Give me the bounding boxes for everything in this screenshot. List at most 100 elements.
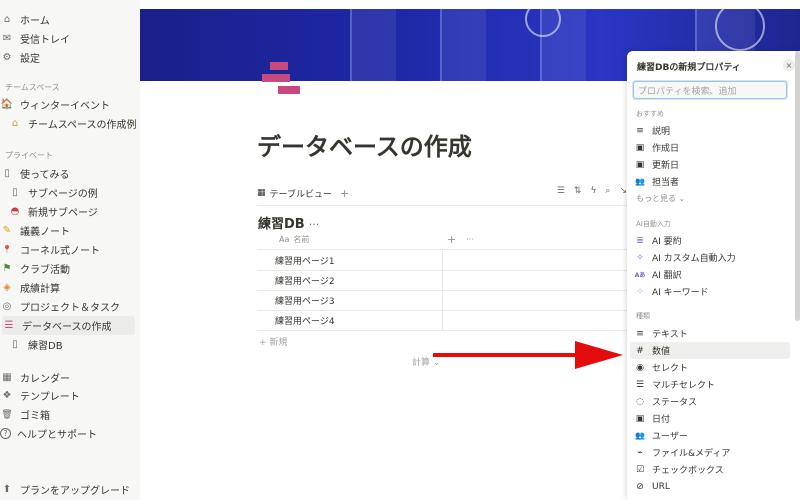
sidebar-item-label: 練習DB — [28, 341, 63, 352]
calendar-icon: ▣ — [635, 142, 645, 153]
sidebar-item-home[interactable]: ⌂ ホーム — [0, 10, 140, 29]
ai-summary-icon: ≣ — [636, 235, 644, 246]
row-name-cell[interactable]: 練習用ページ4 — [257, 310, 443, 331]
property-option-description[interactable]: ≡ 説明 — [630, 122, 790, 139]
people-icon: 👥 — [635, 431, 645, 440]
property-option-ai-custom[interactable]: ✧ AI カスタム自動入力 — [630, 249, 790, 266]
property-type-multi-select[interactable]: ☰ マルチセレクト — [630, 376, 790, 393]
property-type-files-media[interactable]: ⌁ ファイル&メディア — [630, 444, 790, 461]
property-type-person[interactable]: 👥 ユーザー — [630, 427, 790, 444]
list-icon: ☰ — [635, 379, 645, 390]
add-view-button[interactable]: + — [340, 187, 349, 200]
translate-icon: Aあ — [634, 272, 646, 279]
select-icon: ◉ — [636, 362, 644, 373]
page-icon: ▯ — [12, 339, 18, 350]
sidebar-item-label: 議義ノート — [20, 227, 70, 238]
row-name-cell[interactable]: 練習用ページ2 — [257, 270, 443, 291]
annotation-arrow-shaft — [433, 353, 583, 357]
home-icon: ⌂ — [3, 14, 11, 25]
sidebar-item-trash[interactable]: 🗑 ゴミ箱 — [0, 405, 140, 424]
sidebar-item-settings[interactable]: ⚙ 設定 — [0, 48, 140, 67]
text-lines-icon: ≡ — [636, 125, 644, 136]
sidebar-item-label: 新規サブページ — [28, 208, 98, 219]
property-option-ai-keywords[interactable]: ⁘ AI キーワード — [630, 283, 790, 300]
sidebar-item-label: クラブ活動 — [20, 265, 70, 276]
sidebar-item-label: ヘルプとサポート — [17, 430, 97, 441]
option-label: マルチセレクト — [652, 381, 716, 391]
add-column-button[interactable]: + — [447, 233, 456, 246]
sidebar-item-create-database[interactable]: ☰ データベースの作成 — [2, 316, 135, 335]
page-emoji-icon[interactable] — [262, 62, 302, 98]
sidebar-item-label: 成績計算 — [20, 284, 60, 295]
row-name-cell[interactable]: 練習用ページ3 — [257, 290, 443, 311]
property-option-assignee[interactable]: 👥 担当者 — [630, 173, 790, 190]
table-row[interactable]: 練習用ページ4 — [257, 310, 627, 331]
sidebar-item-label: データベースの作成 — [22, 322, 112, 333]
table-row[interactable]: 練習用ページ1 — [257, 250, 627, 271]
sidebar-item-label: 使ってみる — [20, 170, 70, 181]
sidebar-item-label: ゴミ箱 — [20, 411, 50, 422]
option-label: AI 要約 — [652, 237, 682, 247]
show-more-button[interactable]: もっと見る ⌄ — [636, 193, 685, 204]
sidebar-item-help[interactable]: ? ヘルプとサポート — [0, 424, 140, 443]
row-name-cell[interactable]: 練習用ページ1 — [257, 250, 443, 271]
sidebar-item-grade-calc[interactable]: ◈ 成績計算 — [0, 278, 140, 297]
date-icon: ▣ — [635, 413, 645, 424]
panel-scrollbar[interactable] — [795, 51, 800, 321]
sidebar-item-club-activities[interactable]: ⚑ クラブ活動 — [0, 259, 140, 278]
sidebar-item-new-subpage[interactable]: ◓ 新規サブページ — [0, 202, 140, 221]
view-toolbar: ▦ テーブルビュー + ☰ ⇅ ϟ ⌕ ↘ — [257, 183, 627, 203]
text-lines-icon: ≡ — [636, 328, 644, 339]
property-option-created-time[interactable]: ▣ 作成日 — [630, 139, 790, 156]
close-icon[interactable]: × — [783, 59, 795, 71]
property-type-status[interactable]: ◌ ステータス — [630, 393, 790, 410]
property-option-updated-time[interactable]: ▣ 更新日 — [630, 156, 790, 173]
table-row[interactable]: 練習用ページ3 — [257, 290, 627, 311]
sparkle-icon: ✧ — [636, 252, 644, 263]
sidebar-item-templates[interactable]: ❖ テンプレート — [0, 386, 140, 405]
upgrade-plan-button[interactable]: ⬆ プランをアップグレード — [0, 480, 140, 499]
page-icon: ▯ — [12, 187, 18, 198]
ai-section-heading: AI自動入力 — [636, 220, 671, 228]
sidebar-item-cornell-notes[interactable]: 📍 コーネル式ノート — [0, 240, 140, 259]
column-header-name[interactable]: Aa 名前 — [257, 234, 443, 245]
property-option-ai-summary[interactable]: ≣ AI 要約 — [630, 232, 790, 249]
option-label: URL — [652, 481, 670, 492]
column-more-button[interactable]: ··· — [466, 235, 474, 244]
option-label: ファイル&メディア — [652, 449, 731, 459]
tab-table-view[interactable]: テーブルビュー — [270, 187, 332, 200]
sidebar-item-label: 受信トレイ — [20, 35, 70, 46]
type-section-heading: 種類 — [636, 312, 650, 320]
sidebar-item-lecture-notes[interactable]: ✎ 議義ノート — [0, 221, 140, 240]
property-type-checkbox[interactable]: ☑ チェックボックス — [630, 461, 790, 478]
new-row-button[interactable]: + 新規 — [259, 335, 287, 348]
sidebar-item-projects-tasks[interactable]: ◎ プロジェクト＆タスク — [0, 297, 140, 316]
sidebar-item-inbox[interactable]: ✉ 受信トレイ — [0, 29, 140, 48]
property-type-url[interactable]: ⊘ URL — [630, 478, 790, 495]
sidebar-item-practice-db[interactable]: ▯ 練習DB — [0, 335, 140, 354]
option-label: ステータス — [652, 398, 698, 408]
property-type-number[interactable]: # 数値 — [630, 342, 790, 359]
property-option-ai-translate[interactable]: Aあ AI 翻訳 — [630, 266, 790, 283]
property-search-input[interactable]: プロパティを検索、追加 — [633, 81, 787, 99]
paperclip-icon: ⌁ — [637, 447, 643, 458]
sidebar-item-label: ホーム — [20, 16, 50, 27]
search-icon[interactable]: ⌕ — [605, 186, 610, 196]
help-icon: ? — [0, 428, 11, 439]
sidebar-item-winter-event[interactable]: 🏠 ウィンターイベント — [0, 95, 140, 114]
page-title[interactable]: データベースの作成 — [257, 127, 472, 162]
upgrade-label: プランをアップグレード — [20, 486, 130, 497]
sidebar-item-team-example[interactable]: ⌂ チームスペースの作成例 — [0, 114, 140, 133]
sidebar-item-getting-started[interactable]: ▯ 使ってみる — [0, 164, 140, 183]
sidebar-item-label: チームスペースの作成例 — [28, 120, 137, 131]
automation-icon[interactable]: ϟ — [590, 186, 596, 196]
property-type-text[interactable]: ≡ テキスト — [630, 325, 790, 342]
sidebar-item-calendar[interactable]: ▦ カレンダー — [0, 368, 140, 387]
table-row[interactable]: 練習用ページ2 — [257, 270, 627, 291]
sort-icon[interactable]: ⇅ — [574, 186, 582, 196]
expand-icon[interactable]: ↘ — [619, 186, 627, 196]
filter-icon[interactable]: ☰ — [557, 186, 565, 196]
property-type-select[interactable]: ◉ セレクト — [630, 359, 790, 376]
sidebar-item-subpage-example[interactable]: ▯ サブページの例 — [0, 183, 140, 202]
property-type-date[interactable]: ▣ 日付 — [630, 410, 790, 427]
